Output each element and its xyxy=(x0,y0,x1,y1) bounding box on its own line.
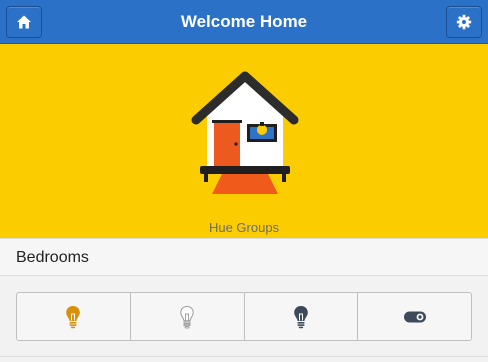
group-controls xyxy=(16,292,472,341)
all-lights-on-button[interactable] xyxy=(17,293,131,340)
page-title: Welcome Home xyxy=(180,12,308,31)
bulb-dark-icon xyxy=(294,305,308,328)
divider xyxy=(0,356,488,357)
bulb-outline-icon xyxy=(180,305,194,328)
banner-caption: Hue Groups xyxy=(208,220,280,235)
house-illustration xyxy=(191,71,299,194)
toggle-icon xyxy=(403,311,426,322)
bulb-on-icon xyxy=(66,305,81,328)
gear-icon xyxy=(456,14,472,30)
lights-dim-button[interactable] xyxy=(245,293,359,340)
group-header: Bedrooms xyxy=(0,238,488,276)
group-toggle[interactable] xyxy=(358,293,471,340)
home-button[interactable] xyxy=(6,6,42,38)
app-header: Welcome Home xyxy=(0,0,488,44)
hue-groups-banner[interactable]: Hue Groups xyxy=(0,44,488,238)
home-icon xyxy=(17,15,31,29)
all-lights-off-button[interactable] xyxy=(131,293,245,340)
settings-button[interactable] xyxy=(446,6,482,38)
group-title: Bedrooms xyxy=(16,249,89,266)
